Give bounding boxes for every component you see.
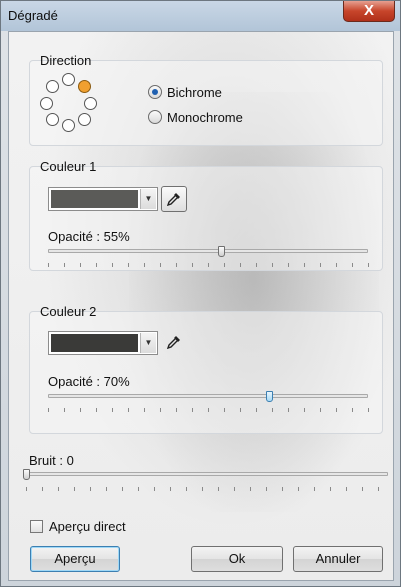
color2-opacity-ticks <box>48 408 369 412</box>
direction-dot-sw[interactable] <box>46 113 59 126</box>
direction-dot-w[interactable] <box>40 97 53 110</box>
color1-opacity-track[interactable] <box>48 249 368 253</box>
color2-group <box>29 311 383 434</box>
color1-select[interactable]: ▼ <box>48 187 158 211</box>
noise-slider[interactable] <box>23 469 30 480</box>
window-title: Dégradé <box>8 8 58 23</box>
color1-opacity-label: Opacité : 55% <box>48 229 130 244</box>
color1-opacity-ticks <box>48 263 369 267</box>
monochrome-radio[interactable] <box>148 110 162 124</box>
preview-button[interactable]: Aperçu <box>30 546 120 572</box>
live-preview-label[interactable]: Aperçu direct <box>49 519 126 534</box>
bichrome-label[interactable]: Bichrome <box>167 85 222 100</box>
eyedropper-icon[interactable] <box>161 186 187 212</box>
color2-select[interactable]: ▼ <box>48 331 158 355</box>
direction-dot-s[interactable] <box>62 119 75 132</box>
background-photo <box>129 92 379 512</box>
ok-button[interactable]: Ok <box>191 546 283 572</box>
close-button[interactable]: X <box>343 1 395 22</box>
noise-ticks <box>26 487 389 491</box>
color1-group <box>29 166 383 271</box>
eyedropper-icon[interactable] <box>161 330 187 356</box>
direction-legend: Direction <box>40 53 92 68</box>
noise-label: Bruit : 0 <box>29 453 74 468</box>
title-bar[interactable]: Dégradé X <box>1 1 400 31</box>
direction-dot-nw[interactable] <box>46 80 59 93</box>
color2-opacity-label: Opacité : 70% <box>48 374 130 389</box>
color1-swatch <box>51 190 138 208</box>
direction-dot-se[interactable] <box>78 113 91 126</box>
color2-opacity-slider[interactable] <box>266 391 273 402</box>
chevron-down-icon[interactable]: ▼ <box>140 333 156 353</box>
dialog-body: Direction Bichrome Monochrome Couleur 1 … <box>8 31 394 581</box>
color1-opacity-slider[interactable] <box>218 246 225 257</box>
chevron-down-icon[interactable]: ▼ <box>140 189 156 209</box>
color2-opacity-track[interactable] <box>48 394 368 398</box>
close-icon: X <box>363 2 374 19</box>
direction-dot-e[interactable] <box>84 97 97 110</box>
monochrome-label[interactable]: Monochrome <box>167 110 243 125</box>
gradient-dialog: Dégradé X Direction Bichrome Monochrome … <box>0 0 401 587</box>
color1-legend: Couleur 1 <box>40 159 97 174</box>
cancel-button[interactable]: Annuler <box>293 546 383 572</box>
color2-legend: Couleur 2 <box>40 304 97 319</box>
noise-track[interactable] <box>26 472 388 476</box>
direction-dot-n[interactable] <box>62 73 75 86</box>
live-preview-checkbox[interactable] <box>30 520 43 533</box>
direction-dot-ne[interactable] <box>78 80 91 93</box>
color2-swatch <box>51 334 138 352</box>
direction-group <box>29 60 383 146</box>
bichrome-radio[interactable] <box>148 85 162 99</box>
